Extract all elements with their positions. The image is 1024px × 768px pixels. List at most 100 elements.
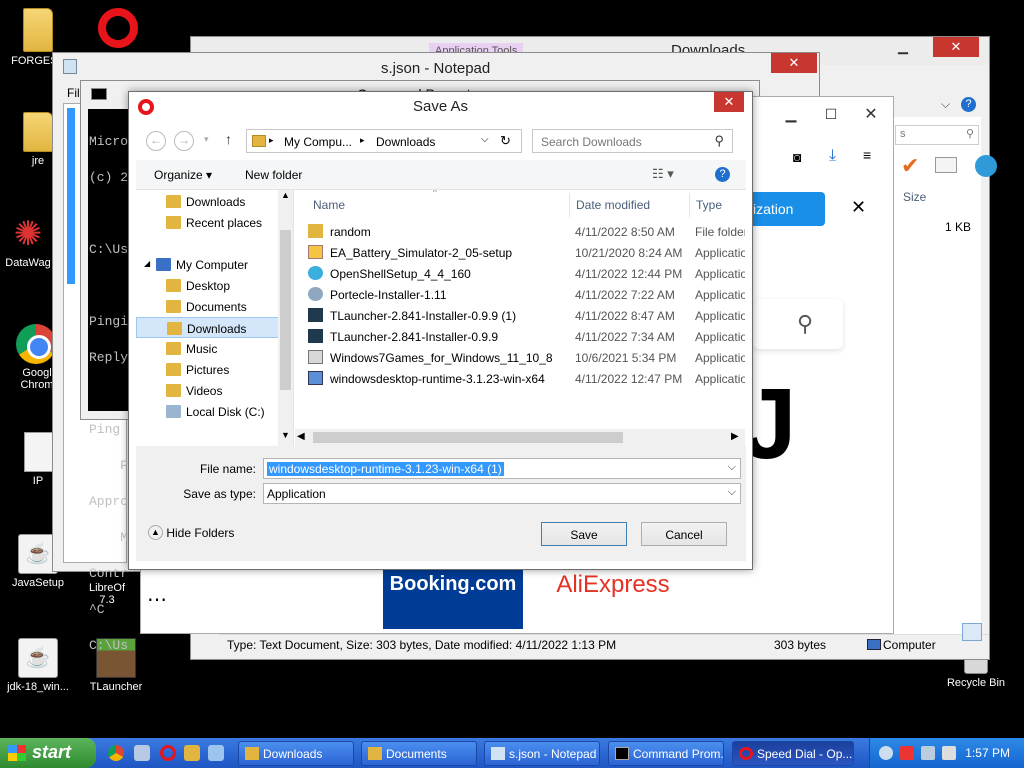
desktop-icon[interactable]	[208, 745, 224, 761]
scroll-thumb[interactable]	[313, 432, 623, 443]
nav-item-music[interactable]: Music	[136, 338, 291, 359]
folder-icon[interactable]	[184, 745, 200, 761]
address-bar[interactable]: ▸ My Compu... ▸ Downloads ⌵ ↻	[246, 129, 522, 153]
close-button[interactable]: ✕	[933, 37, 979, 57]
dismiss-icon[interactable]: ✕	[851, 197, 866, 218]
scroll-right-icon[interactable]: ▶	[731, 431, 739, 442]
file-type: Application	[695, 309, 745, 323]
taskbar-button-downloads[interactable]: Downloads	[238, 741, 354, 766]
start-button[interactable]: start	[0, 738, 96, 768]
details-view-icon[interactable]	[962, 623, 982, 641]
expand-ribbon-icon[interactable]: ⌵	[941, 97, 950, 112]
tile-booking[interactable]: Booking.com	[383, 567, 523, 629]
file-row[interactable]: OpenShellSetup_4_4_160 4/11/2022 12:44 P…	[308, 263, 745, 284]
horizontal-scrollbar[interactable]: ◀ ▶	[295, 429, 745, 446]
column-header-type[interactable]: Type	[689, 193, 722, 217]
file-row[interactable]: Windows7Games_for_Windows_11_10_8 10/6/2…	[308, 347, 745, 368]
sidebar-more[interactable]: ⋯	[141, 587, 173, 631]
expand-arrow-icon[interactable]: ◢	[144, 259, 150, 268]
security-alert-icon[interactable]	[900, 746, 914, 760]
scroll-left-icon[interactable]: ◀	[297, 431, 305, 442]
mail-icon[interactable]	[134, 745, 150, 761]
file-date: 4/11/2022 7:34 AM	[575, 330, 675, 344]
file-date: 10/6/2021 5:34 PM	[575, 351, 677, 365]
minimize-button[interactable]: ▁	[769, 105, 813, 125]
refresh-icon[interactable]: ↻	[500, 133, 511, 149]
globe-icon[interactable]	[975, 155, 997, 177]
breadcrumb-my-computer[interactable]: My Compu...	[284, 135, 352, 149]
file-row[interactable]: TLauncher-2.841-Installer-0.9.9 4/11/202…	[308, 326, 745, 347]
nav-item-local-disk[interactable]: Local Disk (C:)	[136, 401, 291, 422]
opera-icon[interactable]	[160, 745, 176, 761]
back-button[interactable]: ←	[146, 131, 166, 151]
checkmark-icon[interactable]: ✔	[901, 153, 919, 179]
file-row[interactable]: TLauncher-2.841-Installer-0.9.9 (1) 4/11…	[308, 305, 745, 326]
taskbar-button-cmd[interactable]: Command Prom...	[608, 741, 724, 766]
file-row[interactable]: EA_Battery_Simulator-2_05-setup 10/21/20…	[308, 242, 745, 263]
up-button[interactable]: ↑	[225, 131, 232, 147]
tile-aliexpress[interactable]: AliExpress	[543, 567, 683, 629]
nav-item-documents[interactable]: Documents	[136, 296, 291, 317]
chevron-down-icon[interactable]: ⌵	[728, 461, 736, 474]
cancel-button[interactable]: Cancel	[641, 522, 727, 546]
nav-item-my-computer[interactable]: ◢ My Computer	[136, 254, 291, 275]
savetype-select[interactable]: Application ⌵	[263, 483, 741, 504]
clock[interactable]: 1:57 PM	[965, 746, 1010, 760]
address-dropdown-icon[interactable]: ⌵	[481, 134, 489, 145]
file-type: Application	[695, 351, 745, 365]
file-row[interactable]: random 4/11/2022 8:50 AM File folder	[308, 221, 745, 242]
close-button[interactable]: ✕	[849, 105, 893, 125]
column-header-name[interactable]: Name	[313, 193, 345, 217]
scroll-thumb[interactable]	[280, 230, 291, 390]
desktop-icon-jdk[interactable]: ☕ jdk-18_win...	[0, 638, 76, 693]
nav-item-recent-places[interactable]: Recent places	[136, 212, 291, 233]
nav-item-desktop[interactable]: Desktop	[136, 275, 291, 296]
volume-muted-icon[interactable]	[942, 746, 956, 760]
file-row[interactable]: Portecle-Installer-1.11 4/11/2022 7:22 A…	[308, 284, 745, 305]
minimize-button[interactable]: ▁	[881, 37, 925, 57]
desktop-icon-datawag[interactable]: ✺ DataWag	[0, 214, 58, 269]
nav-label: My Computer	[176, 258, 249, 272]
nav-scrollbar[interactable]: ▲ ▼	[278, 190, 293, 446]
size-column-header[interactable]: Size	[903, 190, 926, 204]
chrome-icon[interactable]	[108, 745, 124, 761]
maximize-button[interactable]: ☐	[809, 105, 853, 125]
chevron-down-icon[interactable]: ⌵	[728, 486, 736, 499]
help-icon[interactable]: ?	[715, 167, 730, 182]
scroll-up-icon[interactable]: ▲	[281, 190, 290, 200]
nav-item-downloads[interactable]: Downloads	[136, 317, 291, 338]
organize-button[interactable]: Organize ▾	[154, 168, 212, 182]
taskbar-button-documents[interactable]: Documents	[361, 741, 477, 766]
taskbar-button-notepad[interactable]: s.json - Notepad	[484, 741, 600, 766]
desktop-icon-opera[interactable]	[80, 8, 156, 51]
scroll-down-icon[interactable]: ▼	[281, 430, 290, 440]
monitor-icon[interactable]	[921, 746, 935, 760]
nav-item-downloads-fav[interactable]: Downloads	[136, 191, 291, 212]
camera-icon[interactable]: ◙	[793, 149, 801, 165]
hide-folders-button[interactable]: ▲ Hide Folders	[148, 525, 234, 541]
search-input[interactable]: Search Downloads ⚲	[532, 129, 733, 153]
explorer-search-input[interactable]: s ⚲	[895, 125, 979, 145]
speed-dial-search[interactable]: ⚲	[753, 299, 843, 349]
close-button[interactable]: ✕	[714, 92, 744, 112]
help-icon[interactable]: ?	[961, 97, 976, 112]
file-row[interactable]: windowsdesktop-runtime-3.1.23-win-x64 4/…	[308, 368, 745, 389]
settings-icon[interactable]: ≡	[863, 147, 871, 163]
close-button[interactable]: ✕	[771, 53, 817, 73]
download-icon[interactable]: ⤓	[829, 147, 836, 165]
save-button[interactable]: Save	[541, 522, 627, 546]
forward-button[interactable]: →	[174, 131, 194, 151]
filename-input[interactable]: windowsdesktop-runtime-3.1.23-win-x64 (1…	[263, 458, 741, 479]
view-options-icon[interactable]: ☷ ▾	[652, 166, 674, 182]
form-icon[interactable]	[935, 157, 957, 173]
nav-item-videos[interactable]: Videos	[136, 380, 291, 401]
taskbar-button-opera[interactable]: Speed Dial - Op...	[732, 741, 854, 766]
network-icon[interactable]	[879, 746, 893, 760]
promo-button[interactable]: ization	[741, 192, 825, 226]
breadcrumb-downloads[interactable]: Downloads	[376, 135, 435, 149]
new-folder-button[interactable]: New folder	[245, 168, 302, 182]
notepad-menu-file[interactable]: Fil	[67, 86, 80, 100]
nav-item-pictures[interactable]: Pictures	[136, 359, 291, 380]
recent-dropdown-icon[interactable]: ▾	[204, 134, 209, 145]
column-header-date[interactable]: Date modified	[569, 193, 650, 217]
